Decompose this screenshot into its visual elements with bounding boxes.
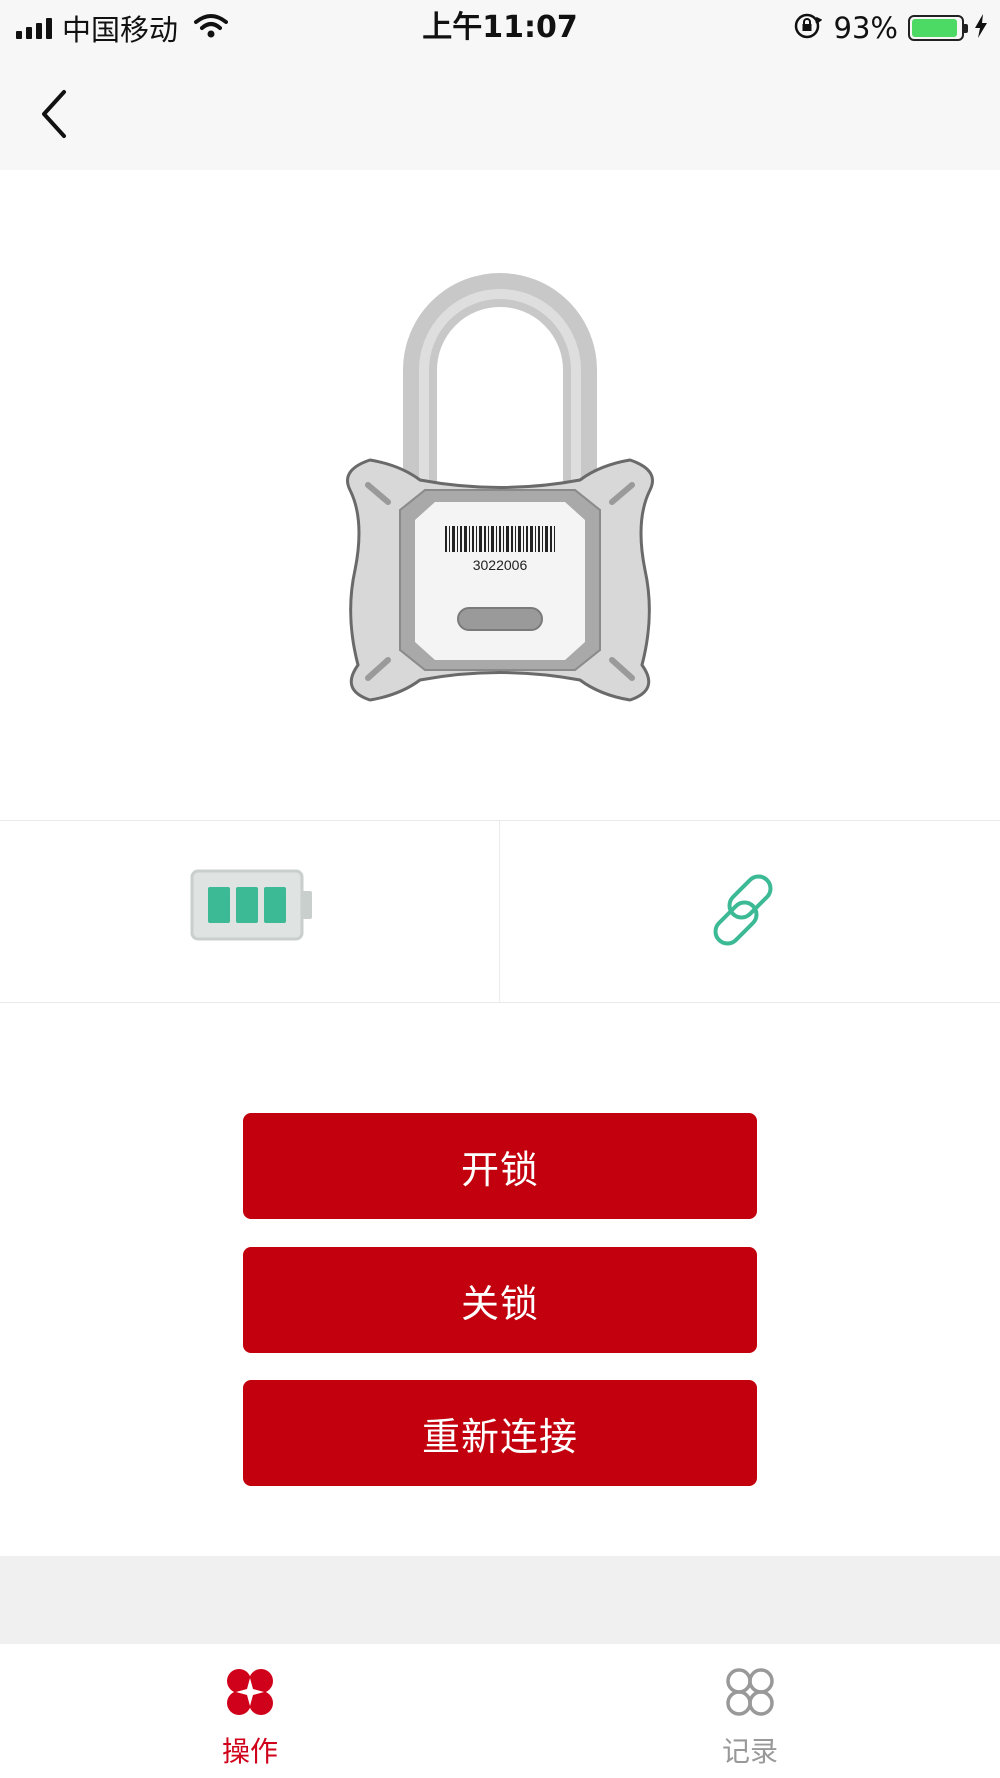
rotation-lock-icon <box>792 11 822 45</box>
chevron-left-icon <box>42 90 66 138</box>
battery-icon <box>190 869 312 941</box>
status-bar: 中国移动 上午11:07 93% <box>0 0 1000 56</box>
operation-icon <box>227 1669 273 1715</box>
tab-records[interactable]: 记录 <box>630 1644 870 1778</box>
lock-status-row <box>0 820 1000 1003</box>
unlock-button[interactable]: 开锁 <box>243 1113 757 1219</box>
tab-bar: 操作 记录 <box>0 1644 1000 1778</box>
charging-icon <box>974 14 988 42</box>
status-bar-right: 93% <box>792 8 988 48</box>
phone-battery-icon <box>908 15 968 41</box>
lock-serial-number: 3022006 <box>473 557 528 573</box>
padlock-image: 3022006 <box>346 273 654 702</box>
status-divider <box>499 821 500 1002</box>
tab-operation[interactable]: 操作 <box>130 1644 370 1778</box>
reconnect-button[interactable]: 重新连接 <box>243 1380 757 1486</box>
back-button[interactable] <box>30 78 90 148</box>
battery-percent: 93% <box>833 11 898 45</box>
tab-records-label: 记录 <box>721 1735 778 1768</box>
connection-status <box>700 865 792 961</box>
lock-battery-status <box>190 865 314 949</box>
content-footer-band <box>0 1556 1000 1644</box>
records-icon <box>726 1668 774 1716</box>
lock-illustration-area: 3022006 <box>0 170 1000 820</box>
nav-bar <box>0 56 1000 170</box>
link-icon <box>713 874 773 946</box>
phone-battery-fill <box>912 19 957 37</box>
lock-button[interactable]: 关锁 <box>243 1247 757 1353</box>
tab-operation-label: 操作 <box>221 1735 278 1768</box>
